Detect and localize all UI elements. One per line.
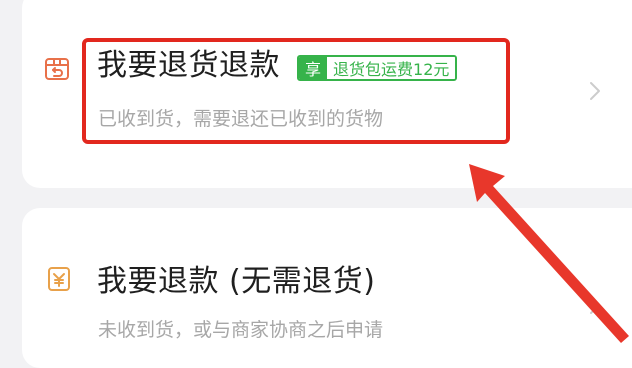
return-box-icon: [43, 55, 71, 83]
option-title: 我要退款 (无需退货): [97, 264, 376, 299]
chevron-right-icon: [588, 80, 602, 102]
return-options-page: { "options": [ { "title": "我要退货退款", "bad…: [0, 0, 632, 368]
red-arrow-icon: [455, 150, 632, 343]
refund-yen-icon: [45, 265, 73, 293]
highlight-box: [82, 38, 510, 144]
option-description: 未收到货，或与商家协商之后申请: [98, 319, 384, 341]
